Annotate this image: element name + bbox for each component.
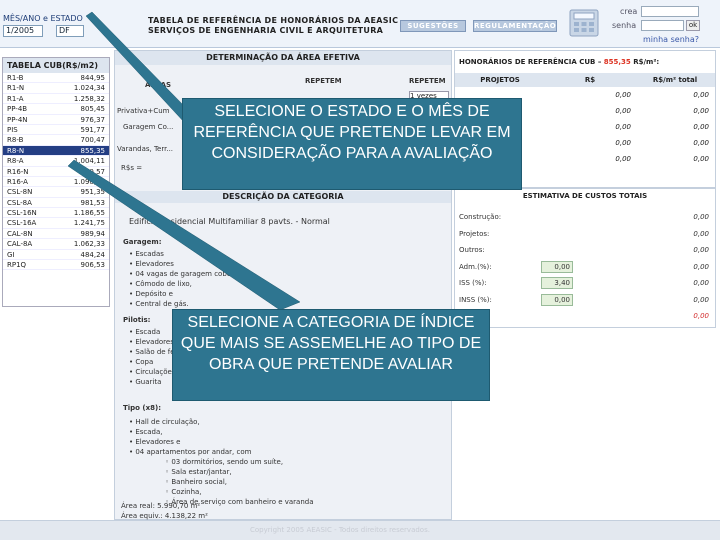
callout-category: SELECIONE A CATEGORIA DE ÍNDICE QUE MAIS…: [172, 309, 490, 401]
callout-pointer-state: [85, 11, 191, 123]
callout-state-month: SELECIONE O ESTADO E O MÊS DE REFERÊNCIA…: [182, 98, 522, 190]
callout-pointers: [67, 11, 301, 311]
